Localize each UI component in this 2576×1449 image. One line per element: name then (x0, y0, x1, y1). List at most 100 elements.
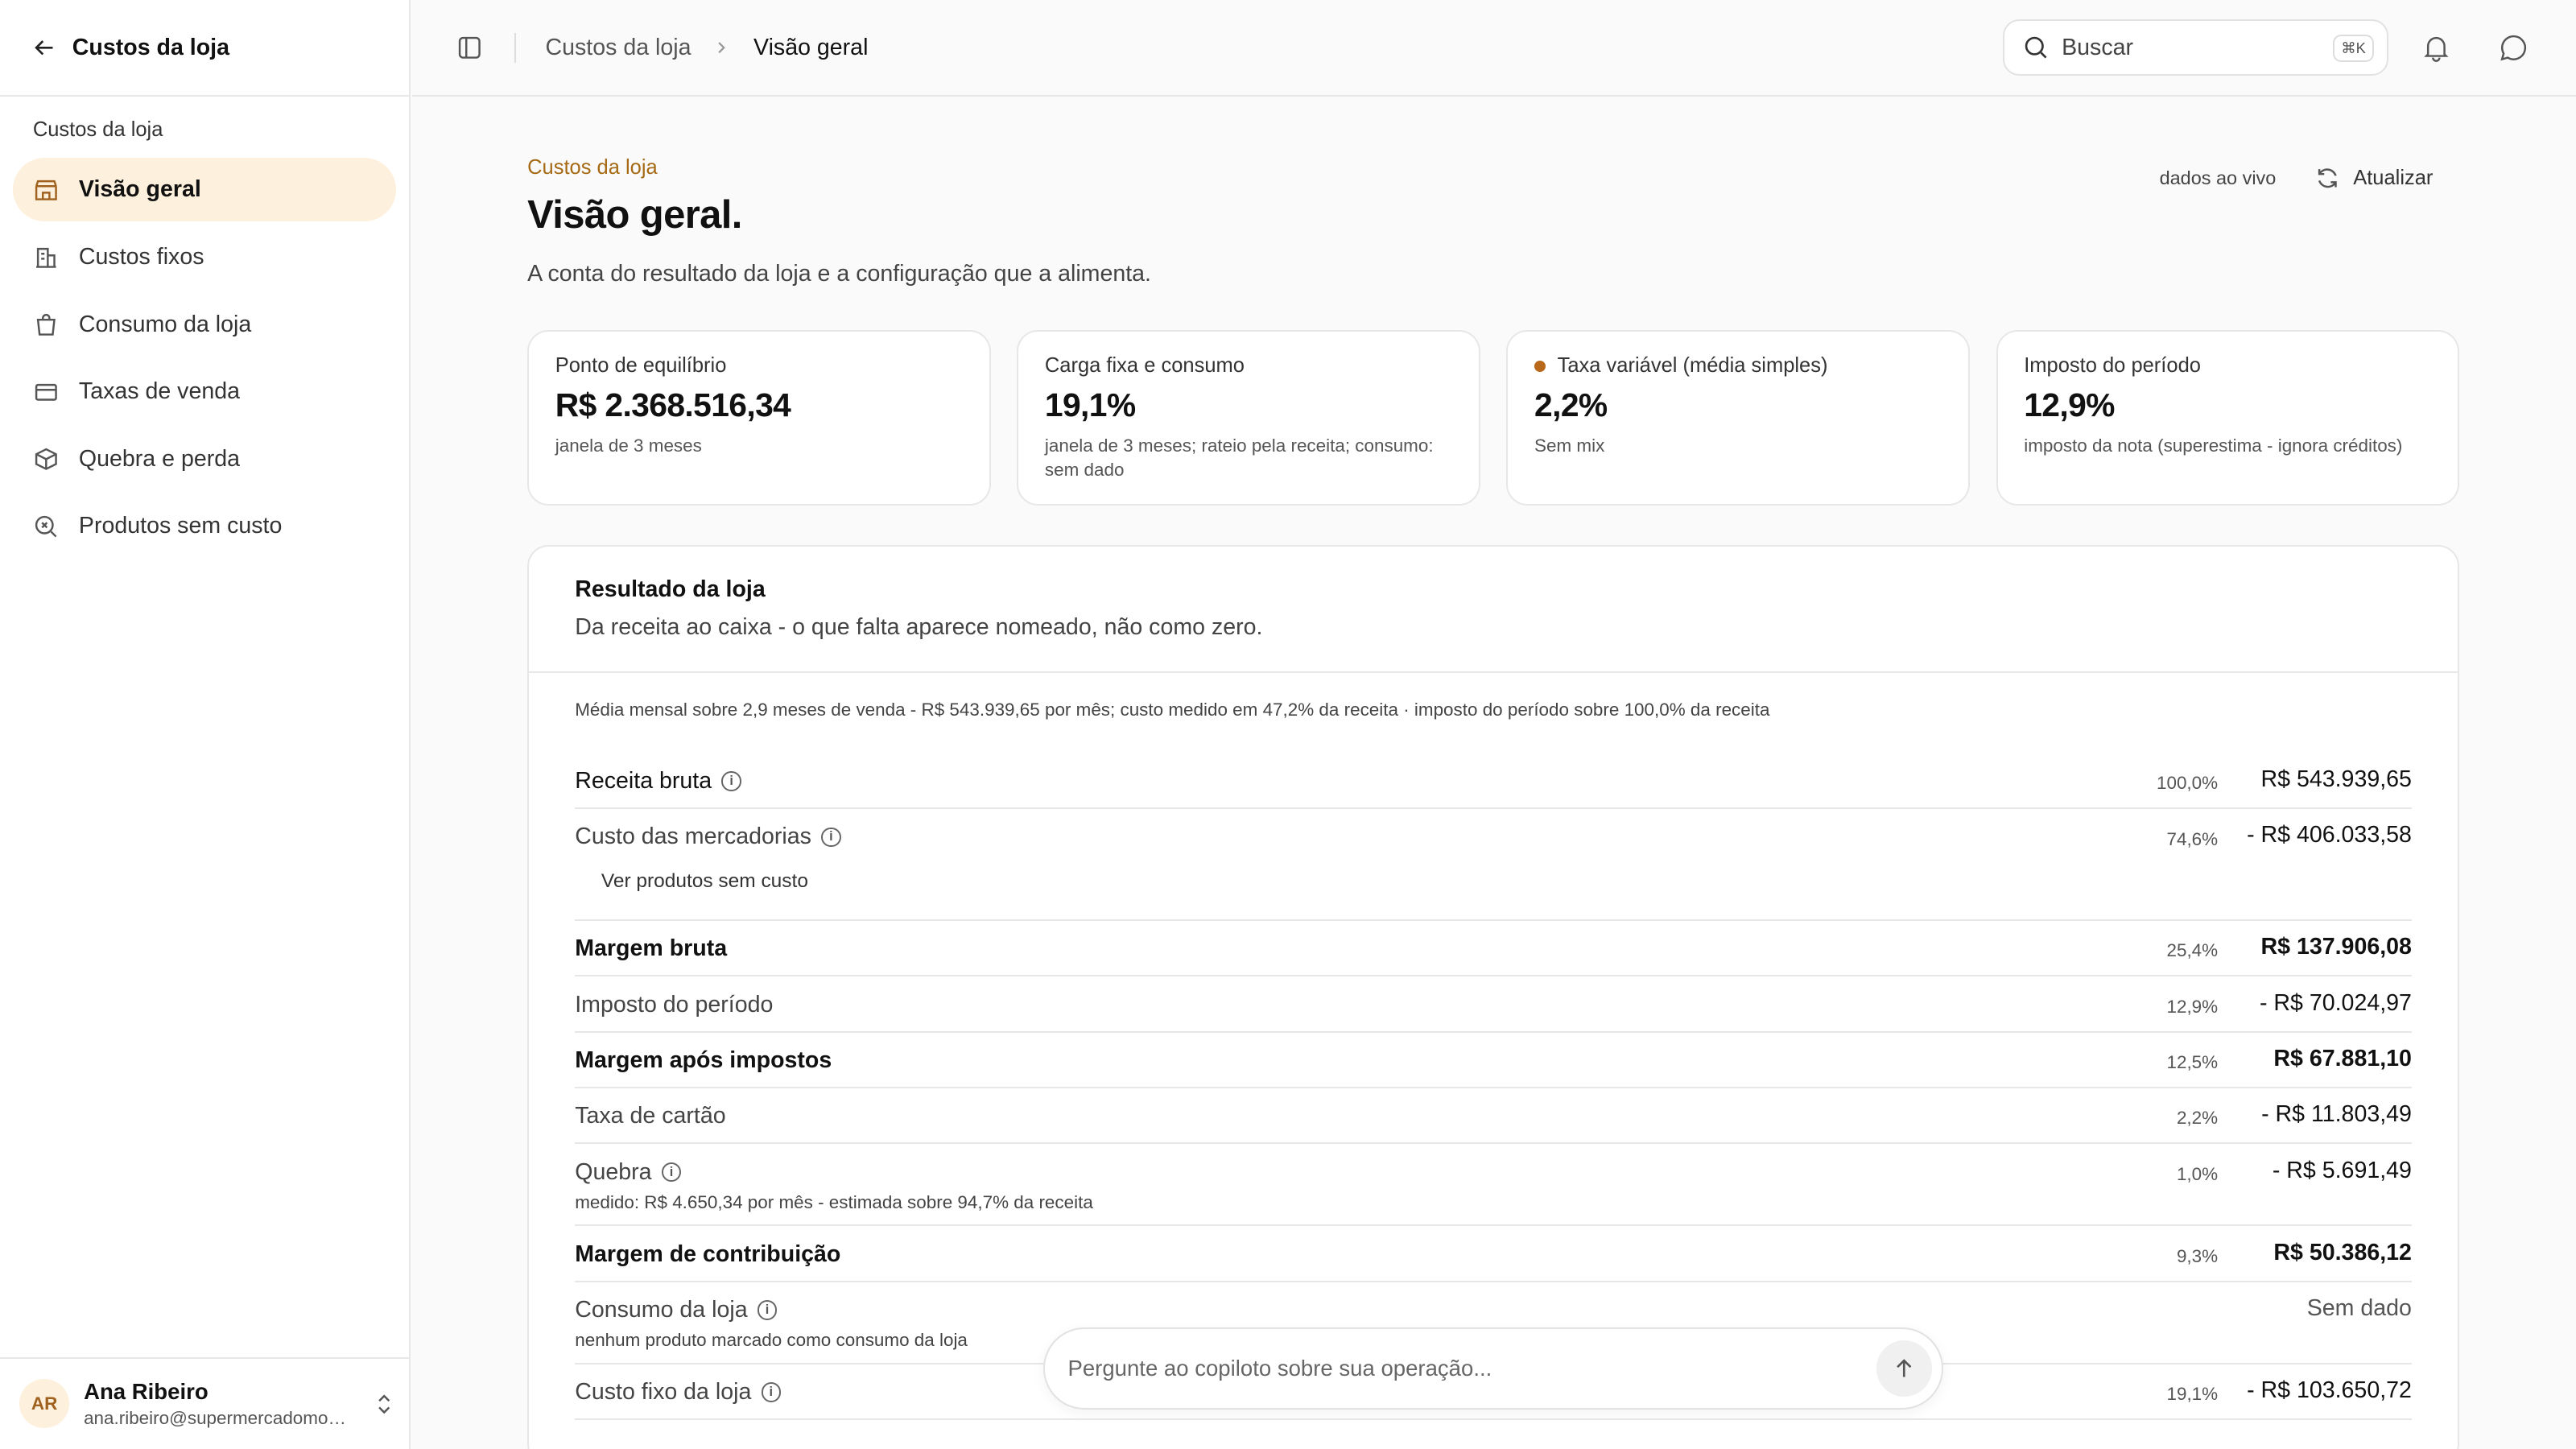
page-description: A conta do resultado da loja e a configu… (527, 260, 1151, 287)
row-label: Receita bruta (575, 768, 712, 795)
topbar: Custos da loja Visão geral ⌘K (412, 0, 2576, 97)
kpi-label: Taxa variável (média simples) (1557, 354, 1828, 378)
row-percent: 12,9% (2166, 996, 2219, 1017)
send-button[interactable] (1876, 1340, 1933, 1397)
row-sub: nenhum produto marcado como consumo da l… (575, 1330, 968, 1351)
box-icon (33, 446, 60, 473)
table-row: Receita bruta i 100,0% R$ 543.939,65 (575, 753, 2412, 810)
kpi-sub: Sem mix (1534, 435, 1605, 456)
row-label: Quebra (575, 1158, 652, 1185)
row-label: Imposto do período (575, 991, 774, 1018)
kpi-value: R$ 2.368.516,34 (555, 386, 791, 423)
table-row: Margem de contribuição 9,3% R$ 50.386,12 (575, 1226, 2412, 1282)
row-percent: 12,5% (2166, 1052, 2219, 1073)
sidebar-item-label: Taxas de venda (78, 378, 240, 405)
sidebar-item-quebra-e-perda[interactable]: Quebra e perda (13, 427, 396, 492)
avatar: AR (19, 1379, 69, 1429)
row-label: Custo das mercadorias (575, 824, 811, 850)
search-box[interactable]: ⌘K (2002, 19, 2389, 76)
sidebar-item-label: Produtos sem custo (78, 513, 283, 539)
user-email: ana.ribeiro@supermercadomodelo.com.br (84, 1407, 355, 1428)
row-label: Custo fixo da loja (575, 1379, 752, 1406)
info-icon[interactable]: i (661, 1162, 682, 1183)
table-row: Quebra i medido: R$ 4.650,34 por mês - es… (575, 1144, 2412, 1227)
refresh-button[interactable]: Atualizar (2315, 166, 2433, 191)
sidebar-group-label: Custos da loja (32, 118, 163, 141)
sidebar-item-produtos-sem-custo[interactable]: Produtos sem custo (13, 494, 396, 559)
row-percent: 74,6% (2166, 828, 2219, 849)
row-label: Margem após impostos (575, 1046, 832, 1073)
kpi-label: Ponto de equilíbrio (555, 354, 727, 378)
row-amount: Sem dado (2306, 1295, 2412, 1322)
row-label: Margem de contribuição (575, 1241, 841, 1267)
chat-icon[interactable] (2499, 33, 2529, 63)
table-row: Imposto do período 12,9% - R$ 70.024,97 (575, 976, 2412, 1033)
sidebar-toggle-icon[interactable] (456, 35, 483, 61)
sidebar-item-label: Custos fixos (78, 243, 204, 270)
kpi-label: Carga fixa e consumo (1044, 354, 1245, 378)
live-label: dados ao vivo (2159, 167, 2277, 188)
shortcut-badge: ⌘K (2333, 34, 2374, 62)
table-row: Margem bruta 25,4% R$ 137.906,08 (575, 921, 2412, 977)
kpi-sub: janela de 3 meses; rateio pela receita; … (1044, 435, 1434, 481)
copilot-input[interactable] (1067, 1355, 1840, 1381)
card-icon (33, 378, 60, 405)
panel-title: Resultado da loja (575, 576, 766, 602)
table-row: Margem após impostos 12,5% R$ 67.881,10 (575, 1033, 2412, 1088)
result-table: Receita bruta i 100,0% R$ 543.939,65 Cust… (575, 720, 2412, 1421)
row-percent: 19,1% (2166, 1384, 2219, 1405)
sidebar-item-visao-geral[interactable]: Visão geral (13, 157, 396, 222)
kpi-value: 12,9% (2024, 386, 2115, 423)
arrow-left-icon[interactable] (33, 36, 56, 60)
row-amount: R$ 67.881,10 (2273, 1045, 2412, 1071)
kpi-card-period-tax: Imposto do período 12,9% imposto da nota… (1996, 329, 2460, 506)
search-icon (2025, 36, 2047, 59)
breadcrumb-item[interactable]: Custos da loja (546, 35, 691, 61)
breadcrumb: Custos da loja Visão geral (546, 35, 869, 61)
row-amount: - R$ 11.803,49 (2261, 1101, 2412, 1128)
search-input[interactable] (2062, 34, 2309, 61)
bag-icon (33, 312, 60, 338)
chevron-right-icon (718, 42, 725, 54)
info-icon[interactable]: i (757, 1300, 778, 1320)
chevron-up-down-icon[interactable] (374, 1393, 394, 1416)
row-amount: R$ 50.386,12 (2273, 1239, 2412, 1265)
sidebar-item-taxas-de-venda[interactable]: Taxas de venda (13, 360, 396, 424)
result-panel: Resultado da loja Da receita ao caixa - … (527, 545, 2460, 1449)
user-menu[interactable]: AR Ana Ribeiro ana.ribeiro@supermercadom… (0, 1356, 411, 1449)
row-percent: 2,2% (2176, 1108, 2219, 1129)
user-name: Ana Ribeiro (84, 1378, 208, 1404)
info-icon[interactable]: i (721, 771, 741, 791)
refresh-icon (2318, 168, 2338, 188)
row-percent: 9,3% (2176, 1245, 2219, 1266)
row-amount: - R$ 70.024,97 (2259, 989, 2412, 1016)
search-x-icon (33, 514, 60, 540)
sidebar-header: Custos da loja (0, 0, 410, 97)
page-title: Visão geral. (527, 193, 742, 237)
row-amount: - R$ 406.033,58 (2247, 822, 2412, 848)
bell-icon[interactable] (2421, 33, 2451, 63)
row-amount: R$ 543.939,65 (2260, 766, 2412, 793)
sidebar-item-custos-fixos[interactable]: Custos fixos (13, 225, 396, 290)
row-amount: R$ 137.906,08 (2260, 934, 2412, 960)
live-status: dados ao vivo Atualizar (2160, 166, 2459, 191)
breadcrumb-current: Visão geral (753, 34, 869, 60)
main-content: Custos da loja Visão geral. A conta do r… (527, 97, 2460, 1449)
kpi-cards: Ponto de equilíbrio R$ 2.368.516,34 jane… (527, 329, 2460, 506)
kpi-value: 19,1% (1044, 386, 1136, 423)
kpi-card-break-even: Ponto de equilíbrio R$ 2.368.516,34 jane… (527, 329, 991, 506)
info-icon[interactable]: i (821, 827, 841, 848)
products-without-cost-link[interactable]: Ver produtos sem custo (601, 870, 841, 893)
row-label: Taxa de cartão (575, 1103, 726, 1129)
row-amount: - R$ 103.650,72 (2247, 1377, 2412, 1404)
table-row: Taxa de cartão 2,2% - R$ 11.803,49 (575, 1088, 2412, 1145)
sidebar-item-label: Quebra e perda (78, 445, 240, 472)
arrow-up-icon (1897, 1358, 1912, 1377)
building-icon (33, 244, 60, 270)
kpi-card-fixed-load: Carga fixa e consumo 19,1% janela de 3 m… (1017, 329, 1480, 506)
panel-note: Média mensal sobre 2,9 meses de venda - … (575, 699, 1770, 720)
row-label: Consumo da loja (575, 1297, 748, 1323)
status-dot (1534, 360, 1546, 372)
sidebar-item-consumo-da-loja[interactable]: Consumo da loja (13, 292, 396, 357)
info-icon[interactable]: i (761, 1382, 782, 1402)
